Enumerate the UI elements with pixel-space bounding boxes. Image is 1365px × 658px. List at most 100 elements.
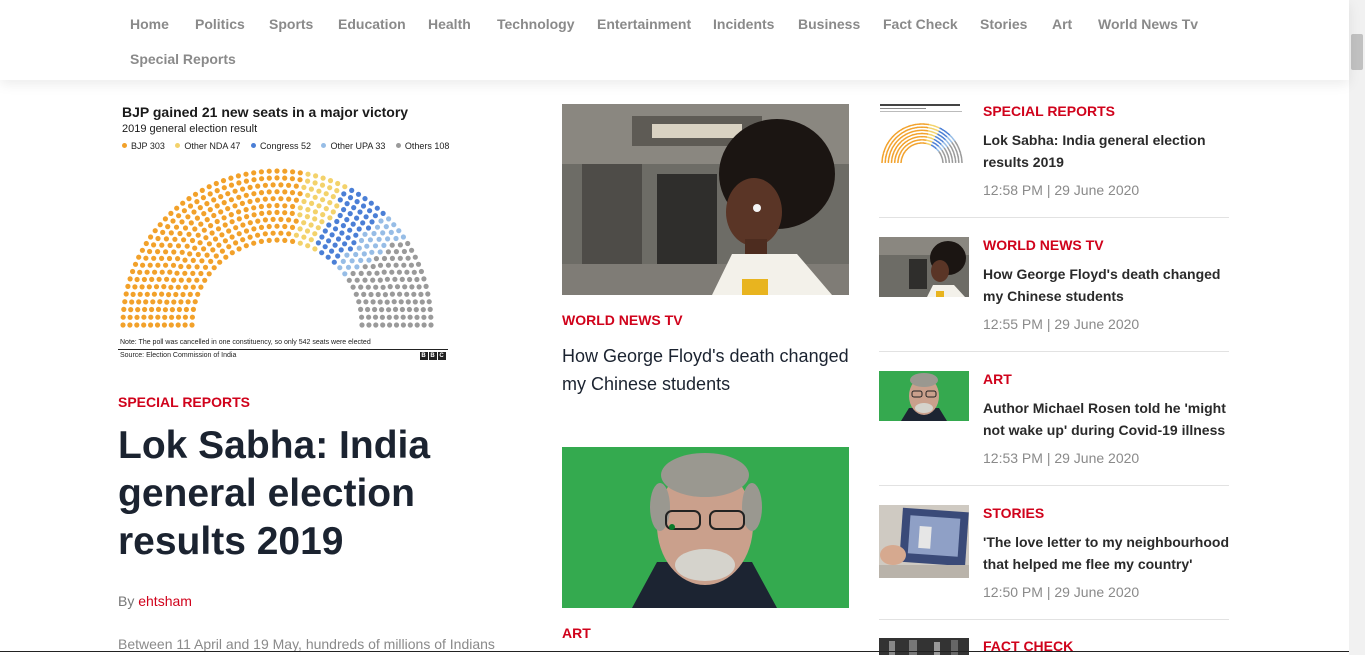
- seat-dot: [148, 234, 154, 240]
- seat-dot: [175, 256, 181, 262]
- seat-dot: [137, 291, 143, 297]
- sidebar-thumb-woman[interactable]: [879, 237, 969, 297]
- seat-dot: [157, 222, 163, 228]
- seat-dot: [347, 246, 353, 252]
- seat-dot: [143, 299, 149, 305]
- seat-dot: [215, 226, 222, 232]
- nav-item-fact-check[interactable]: Fact Check: [883, 16, 958, 32]
- middle-image-man[interactable]: [562, 447, 849, 608]
- seat-dot: [334, 218, 340, 225]
- nav-item-home[interactable]: Home: [130, 16, 169, 32]
- bbc-logo-block: C: [438, 352, 446, 360]
- seat-dot: [251, 170, 257, 176]
- seat-dot: [210, 247, 216, 253]
- seat-dot: [286, 182, 292, 188]
- nav-item-business[interactable]: Business: [798, 16, 860, 32]
- sidebar-item[interactable]: STORIES 'The love letter to my neighbour…: [879, 505, 1229, 605]
- seat-dot: [251, 240, 257, 246]
- nav-item-art[interactable]: Art: [1052, 16, 1072, 32]
- seat-dot: [344, 201, 350, 207]
- sidebar-thumb-fact-check[interactable]: [879, 638, 969, 655]
- seat-dot: [217, 259, 223, 265]
- seat-dot: [396, 228, 402, 234]
- seat-dot: [415, 261, 422, 267]
- scrollbar-track[interactable]: [1349, 0, 1365, 655]
- seat-dot: [130, 291, 136, 297]
- seat-dot: [222, 238, 228, 244]
- sidebar-category[interactable]: WORLD NEWS TV: [983, 237, 1104, 253]
- sidebar-thumb-chart[interactable]: [879, 103, 969, 163]
- seat-dot: [183, 284, 189, 290]
- sidebar-title[interactable]: Author Michael Rosen told he 'might not …: [983, 397, 1233, 441]
- seat-dot: [170, 262, 177, 268]
- seat-dot: [353, 251, 359, 258]
- sidebar-item[interactable]: WORLD NEWS TV How George Floyd's death c…: [879, 237, 1229, 337]
- seat-dot: [135, 307, 141, 313]
- seat-dot: [341, 191, 347, 197]
- seat-dot: [350, 284, 356, 290]
- sidebar-title[interactable]: 'The love letter to my neighbourhood tha…: [983, 531, 1233, 575]
- featured-headline[interactable]: Lok Sabha: India general election result…: [118, 422, 518, 566]
- nav-item-stories[interactable]: Stories: [980, 16, 1027, 32]
- seat-dot: [379, 307, 385, 313]
- author-link[interactable]: ehtsham: [138, 593, 192, 609]
- seat-dot: [192, 226, 198, 232]
- seat-dot: [195, 291, 201, 297]
- nav-item-sports[interactable]: Sports: [269, 16, 313, 32]
- seat-dot: [175, 322, 181, 328]
- seat-dot: [190, 306, 196, 312]
- nav-item-special-reports[interactable]: Special Reports: [130, 51, 236, 67]
- seat-dot: [155, 249, 161, 255]
- nav-item-health[interactable]: Health: [428, 16, 471, 32]
- seat-dot: [266, 223, 272, 230]
- seat-dot: [327, 200, 333, 206]
- nav-item-technology[interactable]: Technology: [497, 16, 575, 32]
- seat-dot: [376, 236, 382, 242]
- seat-dot: [247, 234, 253, 240]
- nav-item-incidents[interactable]: Incidents: [713, 16, 774, 32]
- featured-image-chart[interactable]: BJP gained 21 new seats in a major victo…: [118, 103, 452, 365]
- seat-dot: [405, 240, 411, 247]
- sidebar-category[interactable]: ART: [983, 371, 1012, 387]
- sidebar-thumb-man[interactable]: [879, 371, 969, 421]
- sidebar-category[interactable]: SPECIAL REPORTS: [983, 103, 1115, 119]
- seat-dot: [372, 213, 378, 219]
- sidebar-title[interactable]: How George Floyd's death changed my Chin…: [983, 263, 1233, 307]
- sidebar-thumb-photo[interactable]: [879, 505, 969, 578]
- seat-dot: [320, 212, 326, 218]
- middle-headline-1[interactable]: How George Floyd's death changed my Chin…: [562, 342, 862, 398]
- seat-dot: [426, 299, 432, 305]
- nav-item-world-news-tv[interactable]: World News Tv: [1098, 16, 1198, 32]
- seat-dot: [297, 240, 303, 246]
- nav-item-entertainment[interactable]: Entertainment: [597, 16, 691, 32]
- scrollbar-thumb[interactable]: [1351, 34, 1363, 70]
- seat-dot: [347, 227, 353, 233]
- sidebar-item[interactable]: ART Author Michael Rosen told he 'might …: [879, 371, 1229, 471]
- sidebar-category[interactable]: STORIES: [983, 505, 1044, 521]
- middle-category-2[interactable]: ART: [562, 625, 591, 641]
- sidebar-title[interactable]: Lok Sabha: India general election result…: [983, 129, 1233, 173]
- sidebar-timestamp: 12:55 PM | 29 June 2020: [983, 316, 1140, 332]
- seat-dot: [149, 276, 155, 282]
- seat-dot: [297, 212, 303, 218]
- seat-dot: [382, 292, 388, 298]
- sidebar-divider: [879, 217, 1229, 218]
- sidebar-item[interactable]: FACT CHECK: [879, 638, 1229, 658]
- seat-dot: [258, 238, 264, 244]
- seat-dot: [289, 176, 295, 182]
- middle-image-woman[interactable]: [562, 104, 849, 295]
- seat-dot: [372, 306, 378, 313]
- seat-dot: [178, 277, 184, 283]
- seat-dot: [361, 251, 367, 257]
- seat-dot: [297, 191, 303, 197]
- middle-category-1[interactable]: WORLD NEWS TV: [562, 312, 683, 328]
- seat-dot: [374, 224, 381, 230]
- seat-dot: [207, 207, 213, 213]
- nav-item-education[interactable]: Education: [338, 16, 406, 32]
- seat-dot: [144, 269, 150, 275]
- seat-dot: [304, 228, 311, 234]
- seat-dot: [380, 210, 386, 216]
- nav-item-politics[interactable]: Politics: [195, 16, 245, 32]
- sidebar-item[interactable]: SPECIAL REPORTS Lok Sabha: India general…: [879, 103, 1229, 203]
- featured-category[interactable]: SPECIAL REPORTS: [118, 394, 250, 410]
